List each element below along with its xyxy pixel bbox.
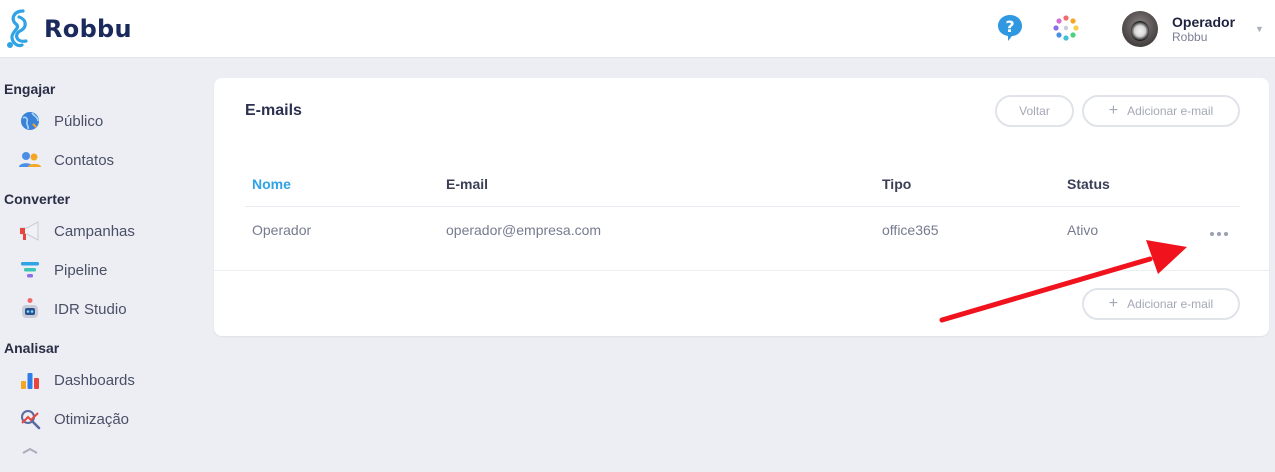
sidebar-item-label: Otimização	[54, 410, 130, 428]
sidebar-item-label: IDR Studio	[54, 300, 127, 318]
svg-text:?: ?	[1005, 17, 1014, 36]
row-more-options-icon[interactable]	[1210, 223, 1232, 236]
sidebar-item-otimizacao[interactable]: Otimização	[18, 404, 129, 434]
add-email-label: Adicionar e-mail	[1127, 104, 1214, 118]
bar-chart-icon	[18, 368, 42, 392]
sidebar-item-label: Dashboards	[54, 371, 135, 389]
sidebar-item-label: Campanhas	[54, 222, 135, 240]
back-button[interactable]: Voltar	[995, 95, 1074, 127]
sidebar-section-analisar: Analisar	[4, 340, 60, 356]
sidebar-item-contatos[interactable]: Contatos	[18, 145, 114, 175]
footer-divider	[214, 270, 1269, 271]
user-name: Operador	[1172, 14, 1236, 30]
apps-icon[interactable]	[1052, 14, 1080, 42]
top-bar: Robbu ? Operador Robbu ▼	[0, 0, 1275, 58]
emails-card: E-mails Voltar + Adicionar e-mail Nome E…	[214, 78, 1269, 336]
footer-add-email-label: Adicionar e-mail	[1127, 297, 1214, 311]
megaphone-icon	[18, 219, 42, 243]
column-header-nome[interactable]: Nome	[252, 176, 291, 192]
table-header-divider	[245, 206, 1240, 207]
cell-status: Ativo	[1067, 222, 1099, 238]
plus-icon: +	[1108, 295, 1119, 312]
sidebar-item-label: Público	[54, 112, 104, 130]
plus-icon: +	[1108, 102, 1119, 119]
chevron-down-icon: ▼	[1255, 24, 1264, 34]
user-menu[interactable]: Operador Robbu ▼	[1122, 11, 1264, 47]
sidebar-item-pipeline[interactable]: Pipeline	[18, 255, 107, 285]
cell-type: office365	[882, 222, 939, 238]
avatar	[1122, 11, 1158, 47]
globe-icon	[18, 109, 42, 133]
robot-icon	[18, 297, 42, 321]
sidebar-section-converter: Converter	[4, 191, 71, 207]
back-button-label: Voltar	[1019, 104, 1050, 118]
page-title: E-mails	[245, 102, 302, 119]
optimization-icon	[18, 407, 42, 431]
column-header-email: E-mail	[446, 176, 489, 192]
help-icon[interactable]: ?	[996, 13, 1024, 43]
robbu-logo-icon	[7, 9, 28, 48]
settings-icon	[18, 445, 42, 469]
cell-email: operador@empresa.com	[446, 222, 602, 238]
sidebar-item-label: Pipeline	[54, 261, 108, 279]
sidebar-item-idr-studio[interactable]: IDR Studio	[18, 294, 127, 324]
sidebar: Engajar Público Contatos Converter Campa…	[0, 58, 200, 454]
brand-name: Robbu	[44, 15, 132, 43]
column-header-status: Status	[1067, 176, 1110, 192]
sidebar-item-dashboards[interactable]: Dashboards	[18, 365, 135, 395]
column-header-tipo: Tipo	[882, 176, 912, 192]
sidebar-item-partial[interactable]	[18, 442, 42, 472]
cell-name: Operador	[252, 222, 312, 238]
brand-logo[interactable]: Robbu	[4, 6, 132, 52]
footer-add-email-button[interactable]: + Adicionar e-mail	[1082, 288, 1240, 320]
sidebar-item-publico[interactable]: Público	[18, 106, 103, 136]
sidebar-section-engajar: Engajar	[4, 81, 56, 97]
funnel-icon	[18, 258, 42, 282]
user-organization: Robbu	[1172, 30, 1208, 44]
add-email-button[interactable]: + Adicionar e-mail	[1082, 95, 1240, 127]
sidebar-item-campanhas[interactable]: Campanhas	[18, 216, 135, 246]
contacts-icon	[18, 148, 42, 172]
sidebar-item-label: Contatos	[54, 151, 115, 169]
